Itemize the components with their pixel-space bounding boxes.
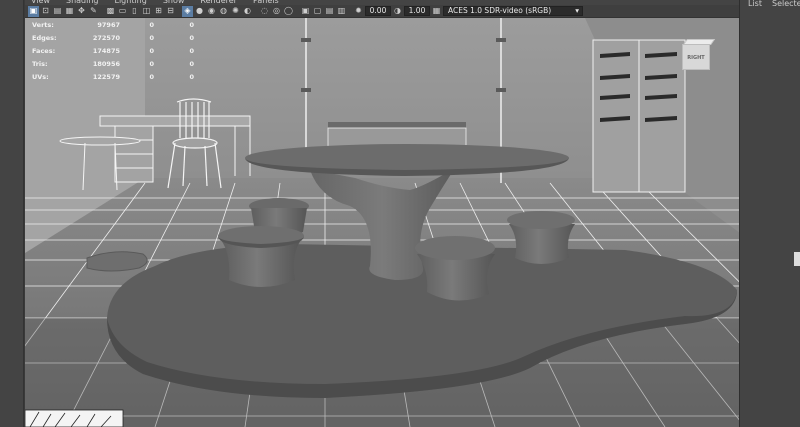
anti-aliasing-icon[interactable]: ◯: [283, 6, 294, 17]
ambient-occlusion-icon[interactable]: ◌: [259, 6, 270, 17]
xray-icon[interactable]: ▢: [312, 6, 323, 17]
stool-right: [507, 211, 575, 264]
wireframe-on-shaded-icon[interactable]: ◉: [206, 6, 217, 17]
xray-components-icon[interactable]: ▥: [336, 6, 347, 17]
smooth-shade-icon[interactable]: ●: [194, 6, 205, 17]
view-cube-right-face[interactable]: RIGHT: [682, 44, 710, 70]
shadows-icon[interactable]: ◐: [242, 6, 253, 17]
bookmark-icon[interactable]: ▤: [52, 6, 63, 17]
stool-front-left: [218, 226, 304, 287]
safe-action-icon[interactable]: ⊟: [165, 6, 176, 17]
gate-mask-icon[interactable]: ◫: [141, 6, 152, 17]
panel-scroll-handle[interactable]: [794, 252, 800, 266]
textured-icon[interactable]: ◍: [218, 6, 229, 17]
outliner-menu: List Selected: [740, 0, 800, 10]
select-camera-icon[interactable]: ▣: [28, 5, 39, 17]
isolate-select-icon[interactable]: ▣: [300, 6, 311, 17]
chevron-down-icon: ▾: [575, 6, 579, 15]
color-management-icon[interactable]: ▦: [431, 6, 442, 17]
poly-count-hud: Verts: 97967 0 0 Edges: 272570 0 0 Faces…: [32, 18, 194, 83]
view-cube[interactable]: RIGHT: [678, 38, 716, 72]
hud-row-edges: Edges: 272570 0 0: [32, 33, 194, 42]
hud-row-tris: Tris: 180956 0 0: [32, 59, 194, 68]
grease-pencil-icon[interactable]: ✎: [88, 6, 99, 17]
hud-row-faces: Faces: 174875 0 0: [32, 46, 194, 55]
outliner-panel: List Selected: [739, 0, 800, 427]
exposure-icon[interactable]: ✹: [353, 6, 364, 17]
menu-selected[interactable]: Selected: [772, 0, 800, 10]
grid-icon[interactable]: ▩: [105, 6, 116, 17]
wireframe-icon[interactable]: ◈: [182, 5, 193, 17]
two-d-pan-icon[interactable]: ✥: [76, 6, 87, 17]
left-toolbox-strip: [0, 0, 24, 427]
view-transform-label: ACES 1.0 SDR-video (sRGB): [448, 6, 552, 15]
gamma-field[interactable]: 1.00: [404, 6, 430, 16]
film-gate-icon[interactable]: ▭: [117, 6, 128, 17]
use-lights-icon[interactable]: ✺: [230, 6, 241, 17]
image-plane-icon[interactable]: ▦: [64, 6, 75, 17]
exposure-field[interactable]: 0.00: [365, 6, 391, 16]
xray-joints-icon[interactable]: ▤: [324, 6, 335, 17]
camera-attributes-icon[interactable]: ⊡: [40, 6, 51, 17]
wall-shelves: [592, 39, 686, 193]
menu-list[interactable]: List: [748, 0, 762, 10]
field-chart-icon[interactable]: ⊞: [153, 6, 164, 17]
hud-row-verts: Verts: 97967 0 0: [32, 20, 194, 29]
resolution-gate-icon[interactable]: ▯: [129, 6, 140, 17]
view-transform-dropdown[interactable]: ACES 1.0 SDR-video (sRGB) ▾: [443, 6, 583, 16]
modeling-viewport[interactable]: View Shading Lighting Show Renderer Pane…: [24, 0, 739, 427]
gamma-icon[interactable]: ◑: [392, 6, 403, 17]
hud-row-uvs: UVs: 122579 0 0: [32, 72, 194, 81]
viewport-toolbar: ▣ ⊡ ▤ ▦ ✥ ✎ ▩ ▭ ▯ ◫ ⊞ ⊟ ◈ ● ◉ ◍ ✺ ◐ ◌ ◎ …: [25, 5, 739, 18]
sketch-overlay: [25, 409, 124, 427]
motion-blur-icon[interactable]: ◎: [271, 6, 282, 17]
